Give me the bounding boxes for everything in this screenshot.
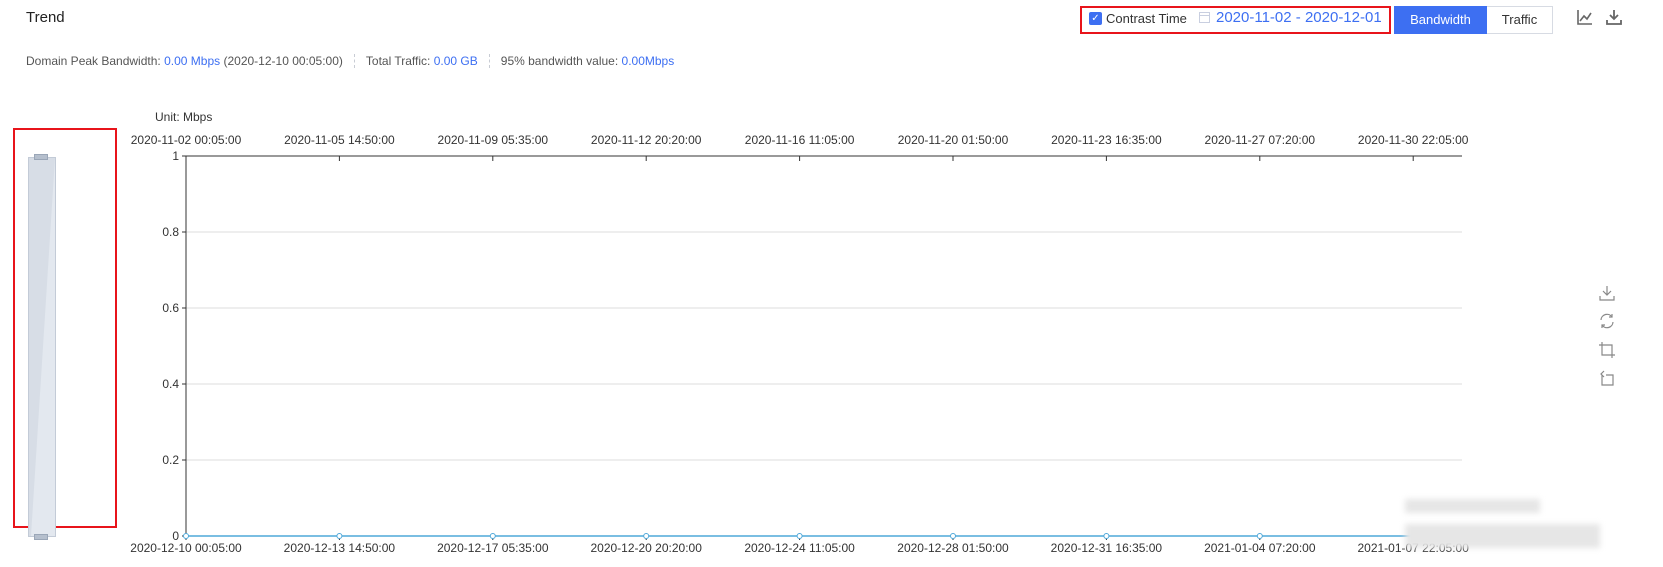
restore-icon[interactable] [1598, 312, 1616, 330]
top-tick-label: 2020-11-16 11:05:00 [745, 133, 855, 147]
top-tick-label: 2020-11-20 01:50:00 [898, 133, 1009, 147]
data-zoom-icon[interactable] [1598, 341, 1616, 359]
blurred-watermark [1405, 524, 1600, 548]
data-point [950, 533, 956, 539]
data-point [1103, 533, 1110, 539]
data-point [1256, 533, 1263, 539]
top-tick-label: 2020-11-27 07:20:00 [1205, 133, 1316, 147]
bottom-tick-label: 2020-12-31 16:35:00 [1051, 541, 1163, 555]
blurred-watermark [1405, 499, 1540, 513]
bottom-tick-label: 2020-12-20 20:20:00 [590, 541, 702, 555]
bottom-tick-label: 2020-12-13 14:50:00 [284, 541, 396, 555]
y-tick-label: 0.2 [162, 453, 179, 467]
y-tick-label: 1 [172, 149, 179, 163]
bottom-tick-label: 2020-12-17 05:35:00 [437, 541, 549, 555]
y-tick-label: 0.4 [162, 377, 179, 391]
save-image-icon[interactable] [1598, 284, 1616, 302]
y-tick-label: 0.8 [162, 225, 179, 239]
bottom-tick-label: 2021-01-04 07:20:00 [1204, 541, 1316, 555]
top-tick-label: 2020-11-05 14:50:00 [284, 133, 395, 147]
data-point [643, 533, 650, 539]
y-tick-label: 0.6 [162, 301, 179, 315]
bottom-tick-label: 2020-12-24 11:05:00 [744, 541, 855, 555]
top-tick-label: 2020-11-30 22:05:00 [1358, 133, 1469, 147]
bottom-tick-label: 2020-12-10 00:05:00 [130, 541, 242, 555]
top-tick-label: 2020-11-02 00:05:00 [131, 133, 242, 147]
top-tick-label: 2020-11-12 20:20:00 [591, 133, 702, 147]
top-tick-label: 2020-11-09 05:35:00 [438, 133, 549, 147]
data-point [183, 533, 189, 539]
zoom-reset-icon[interactable] [1598, 369, 1616, 387]
top-tick-label: 2020-11-23 16:35:00 [1051, 133, 1162, 147]
trend-chart: 00.20.40.60.812020-11-02 00:05:00 2020-11… [130, 133, 1469, 555]
data-point [489, 533, 496, 539]
bottom-tick-label: 2020-12-28 01:50:00 [897, 541, 1009, 555]
data-point [336, 533, 343, 539]
data-point [796, 533, 803, 539]
